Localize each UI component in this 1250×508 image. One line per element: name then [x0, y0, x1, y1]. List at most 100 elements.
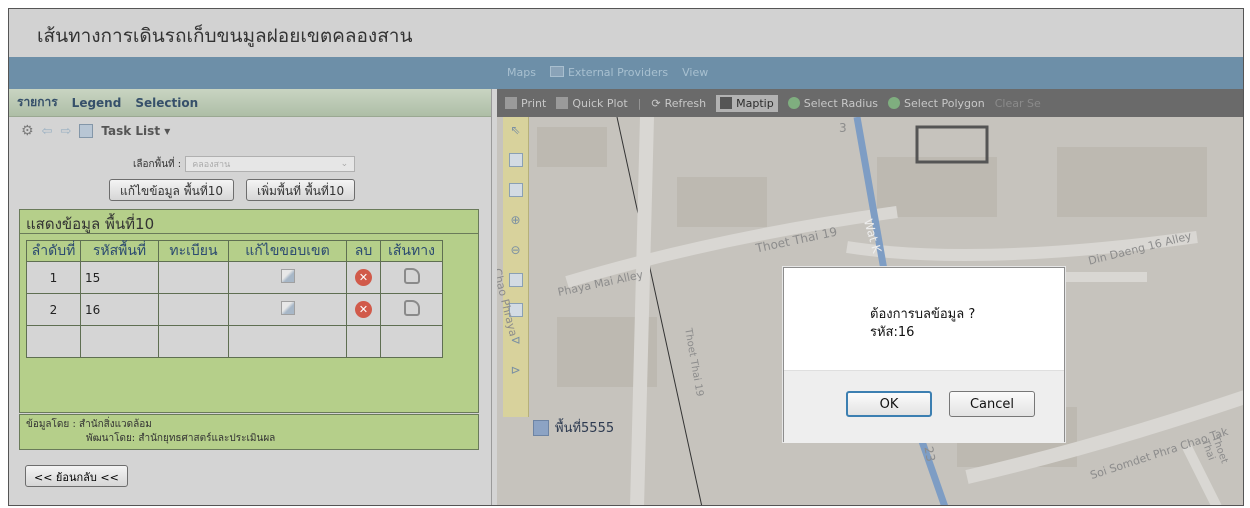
cell-empty — [26, 325, 81, 358]
map-side-tools: ⇖ ⊕ ⊖ ⊲ ⊳ — [503, 117, 529, 417]
cell-edit — [228, 293, 347, 326]
print-button[interactable]: Print — [505, 97, 546, 110]
cell-empty — [380, 325, 443, 358]
ok-button[interactable]: OK — [846, 391, 932, 417]
district-select[interactable]: คลองสาน ⌄ — [185, 156, 356, 172]
top-menu: Maps External Providers View — [507, 61, 708, 83]
app-title: เส้นทางการเดินรถเก็บขนมูลฝอยเขตคลองสาน — [37, 25, 413, 47]
tab-selection[interactable]: Selection — [135, 96, 198, 110]
select-polygon-icon — [888, 97, 901, 109]
tab-list[interactable]: รายการ — [17, 93, 58, 112]
menu-maps[interactable]: Maps — [507, 66, 536, 79]
district-boundary-line — [616, 117, 703, 505]
tab-legend[interactable]: Legend — [72, 96, 122, 110]
pointer-icon[interactable]: ⇖ — [510, 123, 520, 137]
maptip-icon — [720, 97, 733, 109]
dialog-message: ต้องการบลข้อมูล ? รหัส:16 — [870, 306, 975, 342]
refresh-label: Refresh — [664, 96, 707, 110]
route-icon[interactable] — [403, 300, 420, 316]
edit-area-button[interactable]: แก้ไขข้อมูล พื้นที่10 — [109, 179, 235, 201]
credit-box: ข้อมูลโดย : สำนักสิ่งแวดล้อม พัฒนาโดย: ส… — [19, 414, 479, 450]
gear-icon[interactable]: ⚙ — [21, 123, 34, 139]
map-feature-outline — [915, 125, 989, 164]
cell-code: 16 — [80, 293, 159, 326]
add-area-button[interactable]: เพิ่มพื้นที่ พื้นที่10 — [246, 179, 356, 201]
refresh-icon: ⟳ — [651, 96, 661, 110]
cell-edit — [228, 261, 347, 294]
cell-code: 15 — [80, 261, 159, 294]
clear-selection-button[interactable]: Clear Se — [995, 97, 1041, 110]
menu-view[interactable]: View — [682, 66, 708, 79]
cell-empty — [158, 325, 229, 358]
map-label-3: 3 — [839, 121, 847, 135]
menu-external-providers-label: External Providers — [567, 65, 669, 79]
delete-icon[interactable]: ✕ — [355, 301, 372, 318]
cell-delete: ✕ — [346, 293, 381, 326]
district-label: เลือกพื้นที่ : — [133, 158, 182, 170]
refresh-button[interactable]: ⟳ Refresh — [651, 97, 706, 110]
dialog-question: ต้องการบลข้อมูล ? — [870, 307, 976, 322]
col-edit-boundary: แก้ไขขอบเขต — [228, 240, 347, 262]
col-order: ลำดับที่ — [26, 240, 81, 262]
quick-plot-button[interactable]: Quick Plot — [556, 96, 628, 110]
forward-arrow-icon[interactable]: ⇨ — [60, 124, 71, 139]
route-icon[interactable] — [403, 268, 420, 284]
toolbar-separator: | — [637, 96, 642, 110]
table-row-empty — [26, 325, 443, 358]
left-panel: รายการ Legend Selection ⚙ ⇦ ⇨ Task List … — [9, 89, 492, 505]
maptip-button[interactable]: Maptip — [716, 94, 778, 112]
task-list-dropdown[interactable]: Task List ▾ — [101, 124, 170, 138]
area-data-box: แสดงข้อมูล พื้นที่10 ลำดับที่ รหัสพื้นที… — [19, 209, 479, 413]
edit-icon[interactable] — [280, 269, 295, 283]
select-tool-icon[interactable] — [508, 153, 523, 167]
select-radius-label: Select Radius — [803, 96, 879, 110]
select-polygon-button[interactable]: Select Polygon — [888, 97, 985, 110]
col-plate: ทะเบียน — [158, 240, 229, 262]
poi-label: พื้นที่5555 — [555, 421, 615, 436]
map-block — [1057, 147, 1207, 217]
col-delete: ลบ — [346, 240, 381, 262]
back-arrow-icon[interactable]: ⇦ — [42, 124, 53, 139]
zoom-in-icon[interactable]: ⊕ — [510, 213, 520, 227]
task-toolbar: ⚙ ⇦ ⇨ Task List ▾ — [9, 117, 491, 145]
col-route: เส้นทาง — [380, 240, 443, 262]
cell-delete: ✕ — [346, 261, 381, 294]
dialog-code: รหัส:16 — [870, 325, 915, 340]
select-radius-button[interactable]: Select Radius — [787, 96, 879, 110]
select-polygon-label: Select Polygon — [904, 96, 985, 110]
menu-external-providers[interactable]: External Providers — [549, 65, 669, 79]
map-block — [537, 127, 607, 167]
cell-route — [380, 293, 443, 326]
back-button[interactable]: << ย้อนกลับ << — [25, 465, 128, 487]
area-data-title: แสดงข้อมูล พื้นที่10 — [20, 210, 478, 234]
clear-selection-label: Clear Se — [994, 96, 1041, 110]
confirm-dialog: ต้องการบลข้อมูล ? รหัส:16 OK Cancel — [783, 267, 1065, 443]
cell-order: 1 — [26, 261, 81, 294]
road — [630, 117, 654, 505]
edit-icon[interactable] — [280, 301, 295, 315]
cell-empty — [346, 325, 381, 358]
printer-icon — [505, 97, 517, 109]
select-radius-icon — [787, 97, 800, 109]
delete-icon[interactable]: ✕ — [355, 269, 372, 286]
area-buttons: แก้ไขข้อมูล พื้นที่10 เพิ่มพื้นที่ พื้นท… — [109, 179, 356, 201]
table-row: 2 16 ✕ — [26, 293, 443, 326]
map-poi[interactable]: พื้นที่5555 — [533, 417, 614, 438]
pan-icon[interactable] — [508, 273, 523, 287]
poi-marker-icon — [533, 419, 549, 436]
cell-empty — [228, 325, 347, 358]
printer-icon — [556, 97, 569, 109]
providers-icon — [549, 65, 564, 77]
zoom-out-icon[interactable]: ⊖ — [510, 243, 520, 257]
cell-empty — [80, 325, 159, 358]
quick-plot-label: Quick Plot — [572, 96, 628, 110]
zoom-next-icon[interactable]: ⊳ — [510, 363, 520, 377]
maptip-label: Maptip — [736, 96, 774, 110]
dialog-button-bar: OK Cancel — [784, 370, 1064, 443]
zoom-box-icon[interactable] — [508, 183, 523, 197]
cancel-button[interactable]: Cancel — [949, 391, 1035, 417]
credit-data-by: ข้อมูลโดย : สำนักสิ่งแวดล้อม — [26, 419, 152, 430]
cell-route — [380, 261, 443, 294]
task-list-icon — [79, 124, 94, 138]
cell-order: 2 — [26, 293, 81, 326]
